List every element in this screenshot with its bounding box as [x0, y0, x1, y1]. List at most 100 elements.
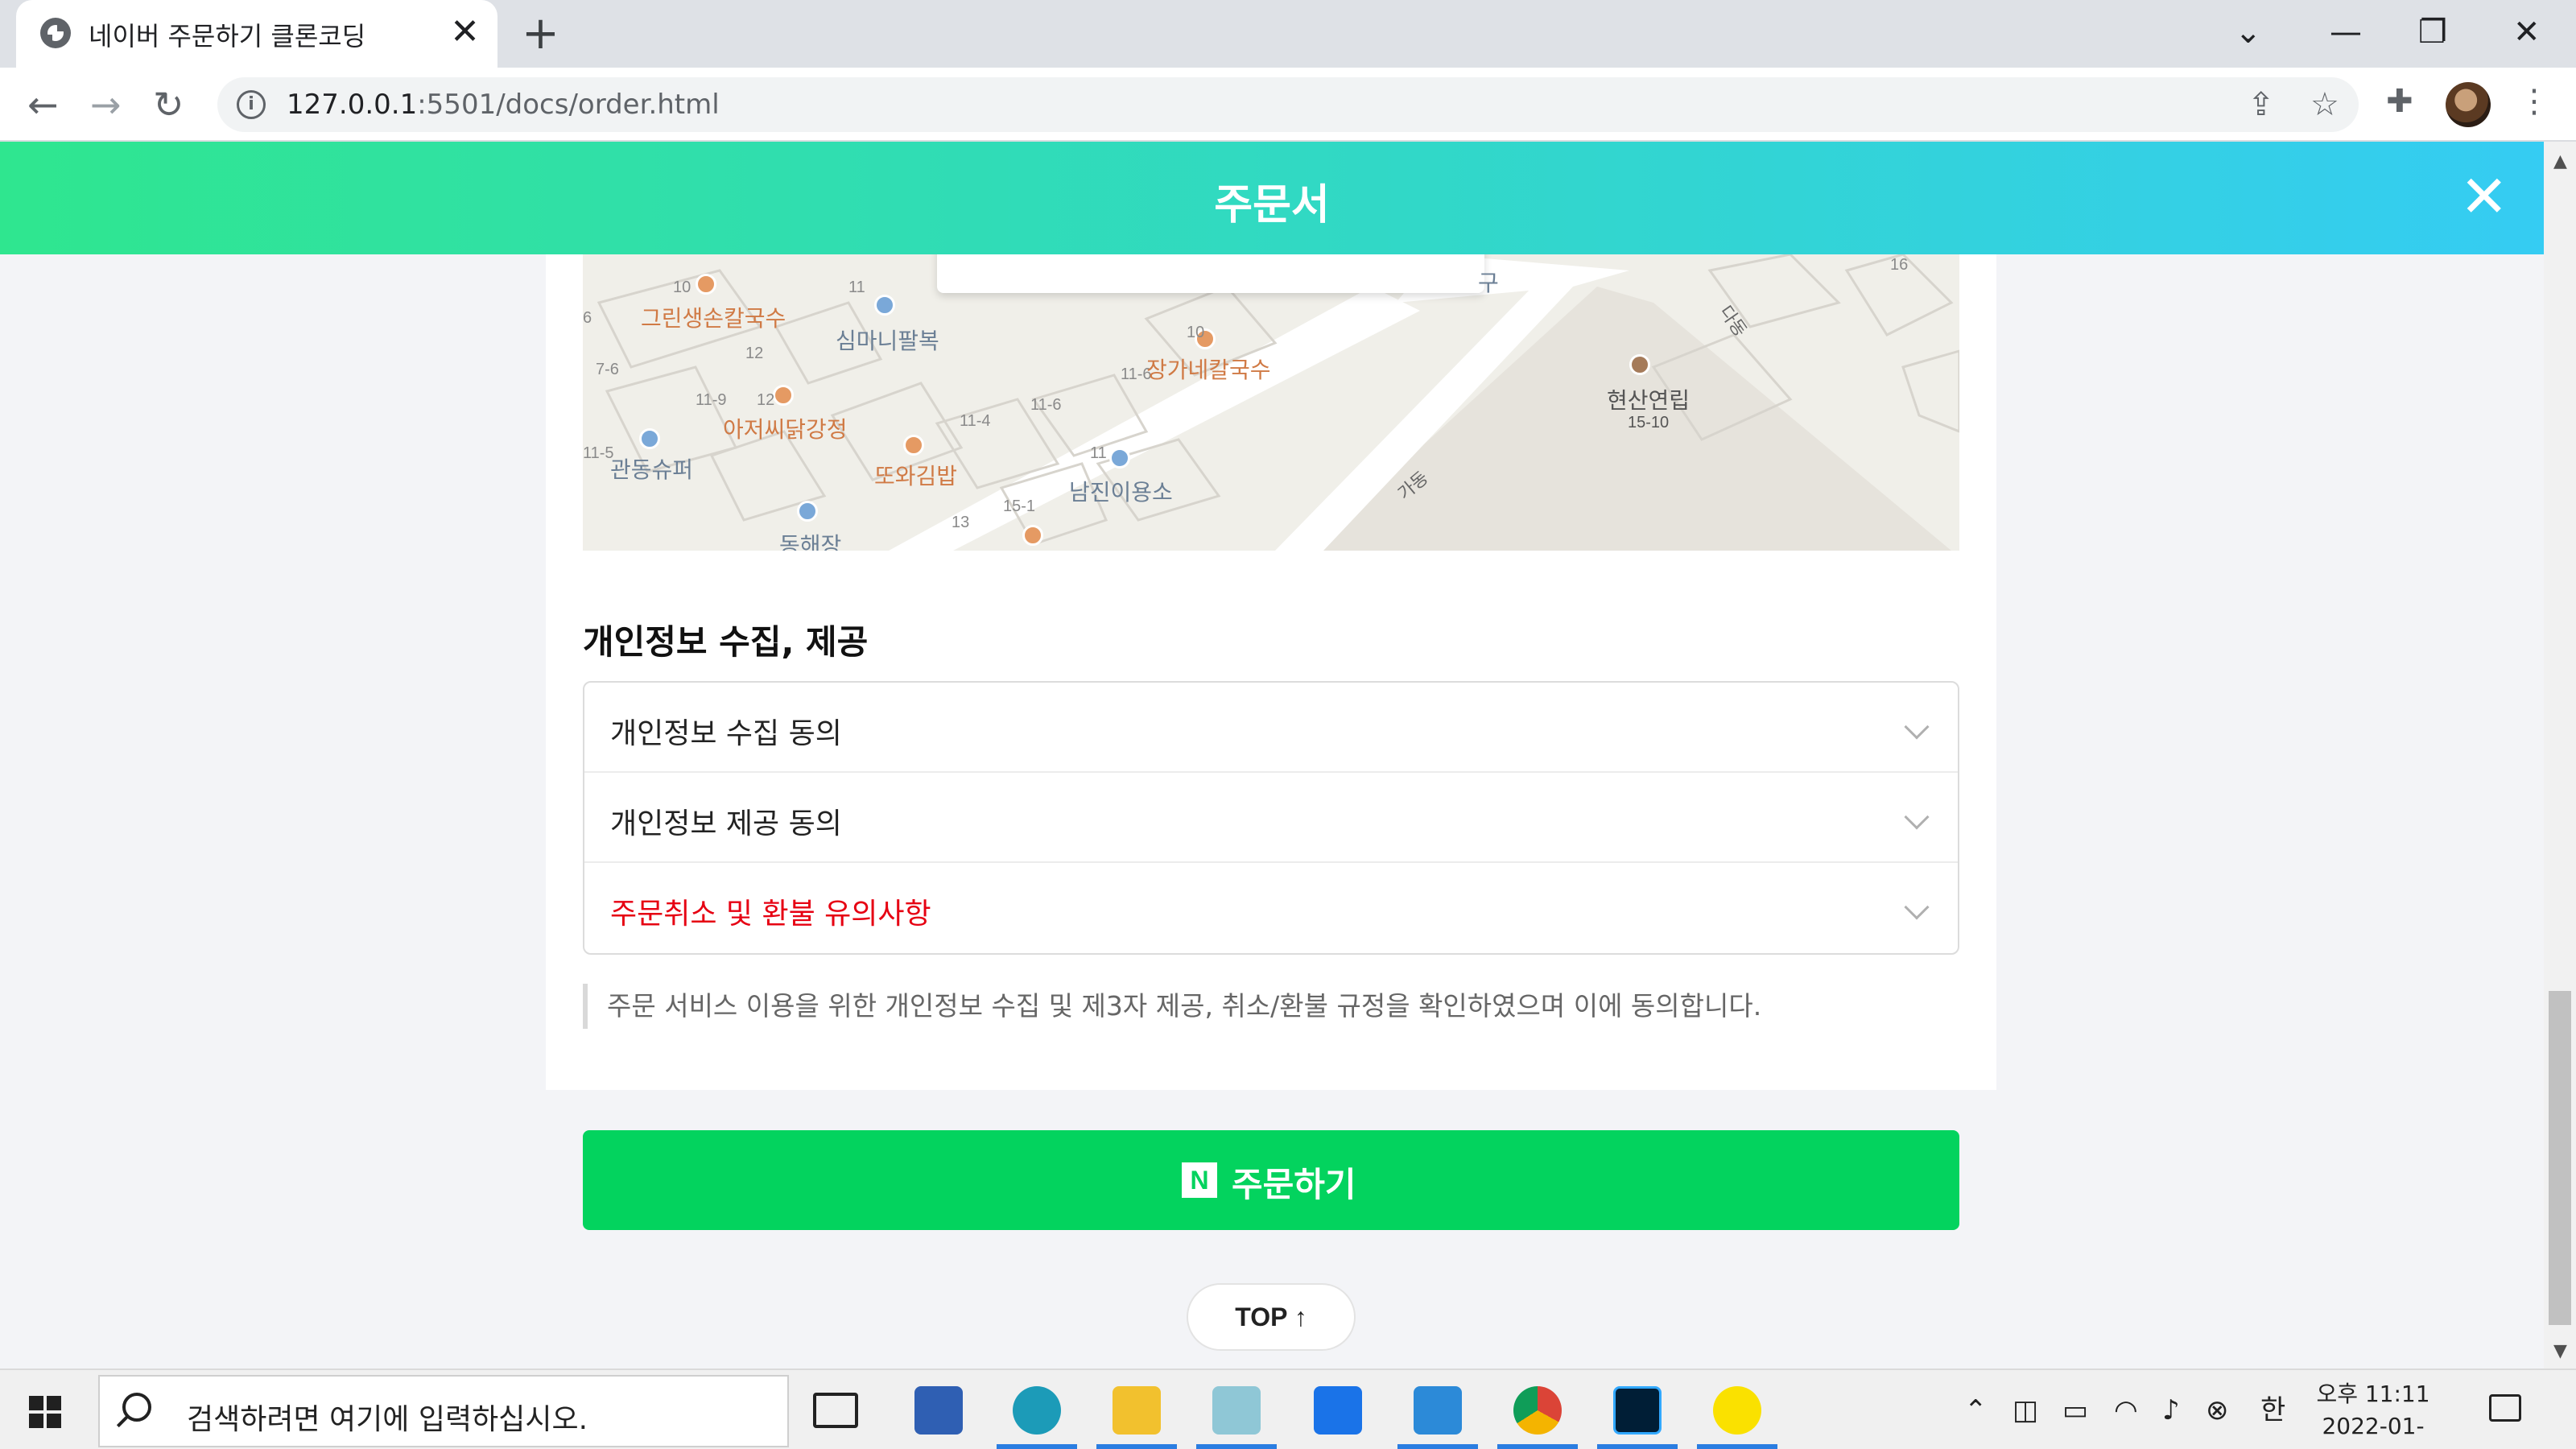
volume-icon[interactable]: ♪ — [2162, 1393, 2180, 1428]
order-header: 주문서 ✕ — [0, 142, 2544, 254]
bookmark-star-icon[interactable]: ☆ — [2310, 89, 2339, 121]
browser-toolbar: ← → ↻ i 127.0.0.1:5501/docs/order.html ⇪… — [0, 68, 2576, 142]
task-view-icon[interactable] — [813, 1393, 858, 1428]
extensions-icon[interactable]: ✚ — [2386, 85, 2413, 118]
restore-button[interactable]: ❐ — [2418, 8, 2447, 56]
map-number: 10 — [1187, 324, 1205, 341]
location-map[interactable]: 10 11 6 12 7-6 11-9 12 11-5 11-4 11-6 11… — [583, 254, 1959, 551]
file-explorer-icon[interactable] — [1113, 1386, 1161, 1435]
clock-date: 2022-01-08 — [2322, 1413, 2425, 1449]
url-host: 127.0.0.1 — [287, 89, 418, 121]
forward-button[interactable]: → — [90, 82, 122, 127]
map-poi-label: 장가네칼국수 — [1146, 357, 1271, 382]
map-number: 13 — [952, 514, 970, 531]
restaurant-pin-icon — [903, 435, 924, 456]
back-button[interactable]: ← — [27, 82, 59, 127]
tab-close-icon[interactable]: ✕ — [450, 13, 480, 52]
active-indicator — [1497, 1444, 1578, 1449]
map-poi-label: 또와김밥 — [874, 464, 958, 489]
profile-avatar[interactable] — [2446, 82, 2491, 127]
map-poi-label: 현산연립 — [1607, 388, 1690, 413]
privacy-accordion: 개인정보 수집 동의 개인정보 제공 동의 주문취소 및 환불 유의사항 — [583, 681, 1959, 955]
map-number: 11 — [848, 279, 865, 296]
battery-icon[interactable]: ▭ — [2062, 1393, 2088, 1428]
consent-notice: 주문 서비스 이용을 위한 개인정보 수집 및 제3자 제공, 취소/환불 규정… — [583, 984, 1761, 1029]
order-button-label: 주문하기 — [1232, 1165, 1356, 1204]
scrollbar-thumb[interactable] — [2549, 991, 2571, 1325]
app-icon-notes[interactable] — [1212, 1386, 1261, 1435]
window-close-button[interactable]: ✕ — [2513, 8, 2541, 56]
taskbar-search-input[interactable]: 검색하려면 여기에 입력하십시오. — [98, 1375, 789, 1447]
menu-icon[interactable]: ⋮ — [2518, 85, 2550, 118]
photoshop-icon[interactable] — [1613, 1386, 1662, 1435]
chevron-down-icon — [1904, 804, 1930, 830]
app-icon-teal[interactable] — [1013, 1386, 1061, 1435]
accordion-item-refund-notice[interactable]: 주문취소 및 환불 유의사항 — [584, 863, 1958, 953]
tray-chevron-up-icon[interactable]: ⌃ — [1964, 1393, 1988, 1428]
minimize-button[interactable]: — — [2330, 8, 2362, 56]
accordion-item-provide-consent[interactable]: 개인정보 제공 동의 — [584, 773, 1958, 863]
active-indicator — [997, 1444, 1077, 1449]
chrome-icon[interactable] — [1513, 1386, 1562, 1435]
taskbar-clock[interactable]: 오후 11:11 2022-01-08 — [2309, 1378, 2438, 1449]
close-icon[interactable]: ✕ — [2460, 164, 2508, 229]
map-number: 11 — [1090, 444, 1107, 462]
address-bar[interactable]: i 127.0.0.1:5501/docs/order.html ⇪ ☆ — [217, 77, 2359, 132]
restaurant-pin-icon — [773, 385, 794, 406]
browser-tabstrip: 네이버 주문하기 클론코딩 ✕ + ⌄ — ❐ ✕ — [0, 0, 2576, 68]
meet-icon[interactable]: ◫ — [2013, 1393, 2038, 1428]
store-pin-icon — [874, 295, 895, 316]
restaurant-pin-icon — [1022, 525, 1043, 546]
restaurant-pin-icon — [696, 274, 716, 295]
accordion-label: 주문취소 및 환불 유의사항 — [610, 898, 931, 931]
page-title: 주문서 — [1214, 181, 1330, 229]
map-number: 11-6 — [1030, 396, 1062, 414]
store-pin-icon — [639, 428, 660, 449]
naver-logo-icon: N — [1182, 1162, 1217, 1198]
scroll-top-button[interactable]: TOP ↑ — [1187, 1283, 1356, 1351]
map-poi-label: 그린생손칼국수 — [641, 306, 786, 331]
new-tab-button[interactable]: + — [522, 8, 559, 60]
map-popup — [937, 254, 1484, 293]
map-number: 11-9 — [696, 391, 727, 409]
microsoft-store-icon[interactable] — [914, 1386, 963, 1435]
info-icon[interactable]: i — [237, 90, 266, 119]
map-poi-label: 아저씨닭강정 — [723, 417, 848, 442]
active-indicator — [1397, 1444, 1478, 1449]
scroll-up-icon[interactable]: ▲ — [2553, 151, 2567, 171]
share-icon[interactable]: ⇪ — [2248, 89, 2275, 121]
privacy-section-title: 개인정보 수집, 제공 — [583, 622, 869, 662]
accordion-item-collect-consent[interactable]: 개인정보 수집 동의 — [584, 683, 1958, 773]
order-button[interactable]: N 주문하기 — [583, 1130, 1959, 1230]
accordion-label: 개인정보 제공 동의 — [610, 807, 842, 840]
scroll-down-icon[interactable]: ▼ — [2553, 1341, 2567, 1361]
url-text[interactable]: 127.0.0.1:5501/docs/order.html — [287, 89, 720, 121]
active-indicator — [1697, 1444, 1777, 1449]
status-x-icon[interactable]: ⊗ — [2206, 1393, 2229, 1428]
lodging-pin-icon — [797, 501, 818, 522]
chevron-down-icon — [1904, 714, 1930, 740]
reload-button[interactable]: ↻ — [153, 82, 184, 127]
active-indicator — [1096, 1444, 1177, 1449]
wifi-icon[interactable]: ◠ — [2114, 1393, 2138, 1428]
globe-icon — [40, 18, 71, 48]
map-number: 16 — [1890, 256, 1909, 274]
vscode-icon[interactable] — [1414, 1386, 1462, 1435]
notification-icon[interactable] — [2489, 1394, 2521, 1422]
map-poi-label: 관동슈퍼 — [610, 457, 694, 482]
ime-indicator[interactable]: 한 — [2260, 1393, 2285, 1428]
page-scrollbar[interactable]: ▲ ▼ — [2544, 142, 2576, 1368]
map-number: 7-6 — [596, 361, 619, 378]
barber-pin-icon — [1109, 448, 1130, 469]
tab-title: 네이버 주문하기 클론코딩 — [89, 21, 366, 52]
map-number: 11-5 — [583, 444, 614, 462]
kakaotalk-icon[interactable] — [1713, 1386, 1761, 1435]
windows-start-icon[interactable] — [29, 1396, 61, 1428]
map-number: 6 — [583, 309, 592, 327]
browser-tab[interactable]: 네이버 주문하기 클론코딩 ✕ — [16, 0, 497, 68]
chevron-down-icon — [1904, 894, 1930, 920]
app-icon-n[interactable] — [1314, 1386, 1362, 1435]
map-number: 15-10 — [1628, 414, 1670, 431]
windows-taskbar: 검색하려면 여기에 입력하십시오. ⌃ ◫ ▭ ◠ ♪ ⊗ 한 오후 11:11… — [0, 1368, 2576, 1449]
tab-search-icon[interactable]: ⌄ — [2235, 8, 2262, 56]
